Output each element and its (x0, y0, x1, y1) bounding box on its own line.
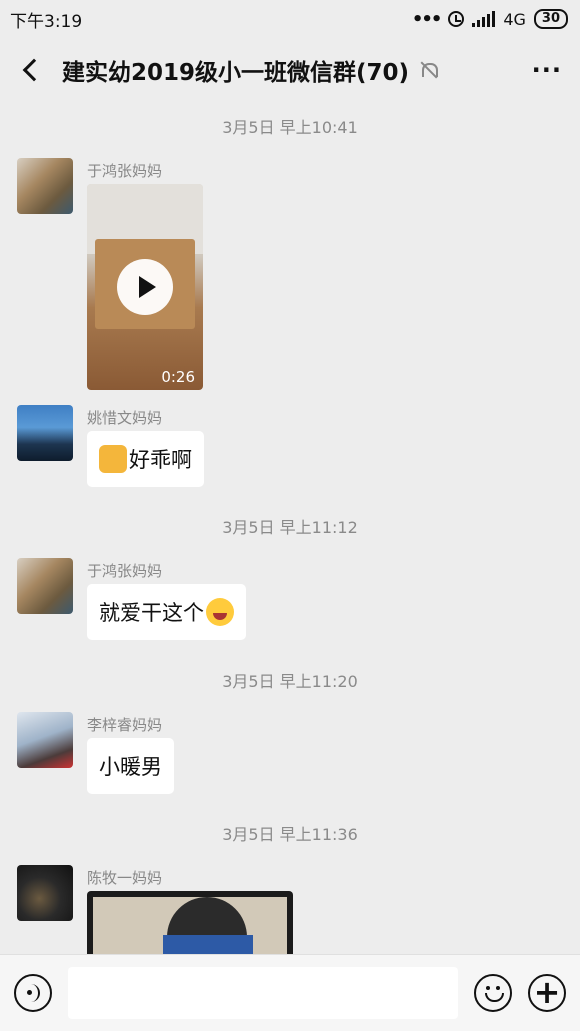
thumbs-up-icon (99, 445, 127, 473)
avatar[interactable] (17, 558, 73, 614)
status-bar: 下午3:19 ••• 4G 30 (0, 0, 580, 38)
sender-name: 于鸿张妈妈 (87, 162, 163, 180)
input-bar: + (0, 954, 580, 1031)
message-input[interactable] (68, 967, 458, 1019)
timestamp: 3月5日 早上11:12 (222, 518, 358, 537)
avatar[interactable] (17, 865, 73, 921)
message-bubble[interactable]: 就爱干这个 (87, 584, 246, 640)
chat-title: 建实幼2019级小一班微信群(70) (62, 60, 410, 86)
back-icon[interactable] (22, 58, 46, 82)
timestamp: 3月5日 早上11:36 (222, 825, 358, 844)
voice-input-icon[interactable] (14, 974, 52, 1012)
video-duration: 0:26 (161, 368, 195, 386)
sender-name: 陈牧一妈妈 (87, 869, 163, 887)
message-bubble[interactable]: 好乖啊 (87, 431, 204, 487)
laugh-cry-icon (206, 598, 234, 626)
avatar[interactable] (17, 712, 73, 768)
emoji-icon[interactable] (474, 974, 512, 1012)
notification-dots-icon: ••• (411, 8, 442, 30)
video-message[interactable] (87, 891, 293, 954)
message-bubble[interactable]: 小暖男 (87, 738, 174, 794)
play-icon[interactable] (117, 259, 173, 315)
signal-icon (472, 11, 496, 27)
avatar[interactable] (17, 405, 73, 461)
message-text: 小暖男 (99, 755, 162, 779)
status-time: 下午3:19 (10, 11, 83, 32)
message-item: 陈牧一妈妈 (17, 865, 293, 954)
chat-header: 建实幼2019级小一班微信群(70) ··· (0, 38, 580, 102)
message-item: 于鸿张妈妈 0:26 (17, 158, 203, 390)
timestamp: 3月5日 早上10:41 (222, 118, 358, 137)
message-item: 姚惜文妈妈 好乖啊 (17, 405, 204, 487)
message-list[interactable]: 3月5日 早上10:41 于鸿张妈妈 0:26 姚惜文妈妈 好乖啊 3月5日 早… (0, 102, 580, 954)
battery-icon: 30 (533, 9, 568, 29)
add-icon[interactable]: + (528, 974, 566, 1012)
more-options-icon[interactable]: ··· (532, 56, 562, 84)
message-text: 就爱干这个 (99, 601, 204, 625)
sender-name: 姚惜文妈妈 (87, 409, 163, 427)
status-icons: ••• 4G 30 (412, 9, 568, 30)
video-message[interactable]: 0:26 (87, 184, 203, 390)
timestamp: 3月5日 早上11:20 (222, 672, 358, 691)
alarm-icon (448, 11, 465, 27)
avatar[interactable] (17, 158, 73, 214)
sender-name: 于鸿张妈妈 (87, 562, 163, 580)
network-type: 4G (503, 9, 526, 29)
message-item: 于鸿张妈妈 就爱干这个 (17, 558, 246, 640)
sender-name: 李梓睿妈妈 (87, 716, 163, 734)
message-item: 李梓睿妈妈 小暖男 (17, 712, 174, 794)
message-text: 好乖啊 (129, 448, 192, 472)
mute-bell-icon (419, 61, 439, 79)
